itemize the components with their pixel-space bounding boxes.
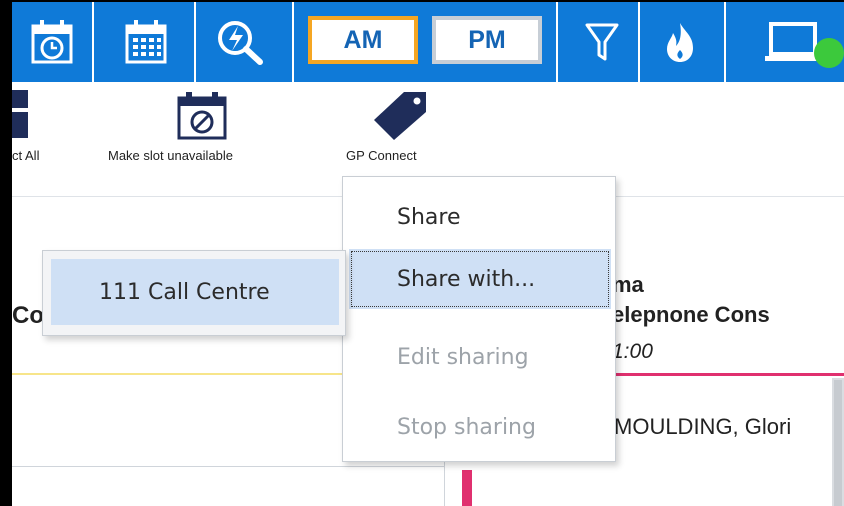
toolbar-separator	[194, 2, 196, 82]
left-column-header: Co	[12, 302, 44, 329]
select-all-icon	[12, 90, 30, 142]
right-column-accent	[612, 373, 844, 376]
flame-icon	[667, 23, 693, 62]
clock-calendar-icon	[31, 20, 73, 64]
right-column-subheader: elepnone Cons	[612, 302, 770, 327]
toolbar-separator	[92, 2, 94, 82]
main-toolbar: AM PM	[12, 2, 844, 82]
submenu-item-111-call-centre[interactable]: 111 Call Centre	[51, 259, 339, 325]
toolbar-separator	[556, 2, 558, 82]
filter-icon	[585, 23, 619, 61]
window-frame-left	[0, 0, 12, 506]
right-column-header: ma	[612, 272, 644, 297]
toolbar-separator	[292, 2, 294, 82]
flame-button[interactable]	[656, 4, 704, 80]
right-column-time: 1:00	[612, 340, 653, 363]
menu-item-edit-sharing[interactable]: Edit sharing	[343, 327, 615, 387]
share-with-submenu: 111 Call Centre	[42, 250, 346, 336]
scrollbar-thumb[interactable]	[834, 380, 842, 506]
menu-item-stop-sharing[interactable]: Stop sharing	[343, 397, 615, 457]
make-slot-unavailable-button[interactable]: Make slot unavailable	[108, 148, 233, 163]
gp-connect-button[interactable]: GP Connect	[346, 148, 417, 163]
menu-item-share[interactable]: Share	[343, 187, 615, 247]
patient-name[interactable]: MOULDING, Glori	[614, 414, 791, 440]
toolbar-separator	[724, 2, 726, 82]
quick-search-icon	[218, 21, 263, 65]
online-status-indicator	[814, 38, 844, 68]
calendar-grid-icon	[125, 20, 167, 64]
share-context-menu: Share Share with... Edit sharing Stop sh…	[342, 176, 616, 462]
action-bar: ct All Make slot unavailable GP Connect	[12, 82, 844, 182]
menu-item-share-with[interactable]: Share with...	[349, 249, 611, 309]
row-divider	[12, 466, 444, 467]
appointment-marker	[462, 470, 472, 506]
pm-toggle-button[interactable]: PM	[432, 16, 542, 64]
quick-search-button[interactable]	[212, 4, 272, 80]
clock-calendar-button[interactable]	[26, 4, 78, 80]
window-frame-top	[0, 0, 844, 2]
am-toggle-button[interactable]: AM	[308, 16, 418, 64]
select-all-button[interactable]: ct All	[12, 148, 39, 163]
toolbar-separator	[638, 2, 640, 82]
tag-icon	[370, 90, 430, 144]
make-slot-unavailable-icon	[176, 90, 228, 144]
calendar-button[interactable]	[120, 4, 172, 80]
filter-button[interactable]	[580, 4, 624, 80]
